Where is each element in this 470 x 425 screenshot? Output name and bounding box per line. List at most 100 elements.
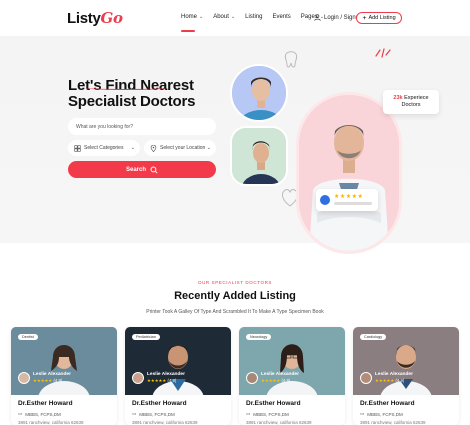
avatar [246, 372, 258, 384]
nav-about[interactable]: About ⌄ [213, 14, 235, 20]
avatar [18, 372, 30, 384]
logo-text: Listy [67, 10, 101, 27]
degree-text: MBBS, FCPS,DM [139, 411, 175, 417]
category-tag: Neurology [246, 334, 272, 340]
listing-card[interactable]: Pediatrician Leslie Alexander ★★★★★ (4.9… [125, 327, 231, 425]
degree-icon: ▭ [132, 411, 137, 416]
card-photo: Cardiology Leslie Alexander ★★★★★ (4.9) [353, 327, 459, 395]
category-tag: Dentist [18, 334, 38, 340]
hero-title-line-2: Specialist Doctors [68, 93, 196, 110]
site-header: ListyGo Home ⌄ About ⌄ Listing Events Page… [0, 0, 470, 36]
doctor-address: 3891 ranchview, california 62639 [132, 420, 198, 425]
plus-icon: + [362, 14, 367, 22]
logo-accent: Go [100, 9, 124, 27]
doctor-illustration [232, 66, 286, 120]
rating-value: (4.9) [281, 378, 291, 383]
nav-about-label: About [213, 14, 229, 20]
hero-title: Let's Find Nearest Specialist Doctors [68, 78, 195, 110]
category-tag: Pediatrician [132, 334, 160, 340]
degree-icon: ▭ [360, 411, 365, 416]
doctor-degree: ▭ MBBS, FCPS,DM [132, 411, 175, 417]
doctor-photo-female-2 [230, 126, 288, 186]
doctor-address: 3891 ranchview, california 62639 [246, 420, 312, 425]
logo[interactable]: ListyGo [67, 9, 123, 27]
nav-events[interactable]: Events [272, 14, 290, 20]
star-rating: ★★★★★ [147, 378, 167, 383]
tooth-doodle-icon [284, 51, 298, 68]
avatar [320, 195, 330, 205]
degree-text: MBBS, FCPS,DM [253, 411, 289, 417]
nav-home[interactable]: Home ⌄ [181, 14, 204, 32]
search-icon [150, 166, 158, 174]
doctor-illustration [299, 95, 399, 251]
experience-badge: 23k Experiece Doctors [383, 90, 439, 114]
doctor-name[interactable]: Dr.Esther Howard [360, 400, 415, 407]
doctor-photo-male-main [296, 92, 402, 254]
listing-card[interactable]: Cardiology Leslie Alexander ★★★★★ (4.9) … [353, 327, 459, 425]
category-tag: Cardiology [360, 334, 387, 340]
experience-number: 23k [393, 95, 403, 101]
search-button[interactable]: Search [68, 161, 216, 178]
nav-listing-label: Listing [245, 14, 263, 20]
star-rating: ★★★★★ [33, 378, 53, 383]
chevron-down-icon: ⌄ [199, 14, 204, 20]
rating-bar [334, 202, 372, 205]
doctor-name[interactable]: Dr.Esther Howard [132, 400, 187, 407]
category-icon [74, 144, 81, 152]
experience-label-2: Doctors [401, 102, 421, 108]
search-placeholder: What are you looking for? [76, 123, 133, 130]
add-listing-button[interactable]: + Add Listing [356, 12, 402, 24]
nav-home-label: Home [181, 14, 198, 20]
user-icon [314, 14, 321, 21]
listing-card[interactable]: Dentist Leslie Alexander ★★★★★ (4.9) Dr.… [11, 327, 117, 425]
star-rating: ★★★★★ [334, 194, 364, 200]
location-select-value: Select your Location [160, 145, 206, 151]
card-photo: Neurology Leslie Alexander ★★★★★ (4.9) [239, 327, 345, 395]
star-rating: ★★★★★ [375, 378, 395, 383]
doctor-degree: ▭ MBBS, FCPS,DM [18, 411, 61, 417]
card-author: Leslie Alexander ★★★★★ (4.9) [246, 372, 299, 384]
rating-value: (4.9) [395, 378, 405, 383]
doctor-degree: ▭ MBBS, FCPS,DM [246, 411, 289, 417]
card-photo: Dentist Leslie Alexander ★★★★★ (4.9) [11, 327, 117, 395]
star-rating: ★★★★★ [261, 378, 281, 383]
nav-listing[interactable]: Listing [245, 14, 262, 20]
title-underline [86, 86, 166, 90]
add-listing-label: Add Listing [368, 15, 396, 21]
card-author: Leslie Alexander ★★★★★ (4.9) [360, 372, 413, 384]
search-button-label: Search [125, 166, 146, 173]
rating-badge: ★★★★★ [316, 189, 378, 211]
avatar [360, 372, 372, 384]
main-nav: Home ⌄ About ⌄ Listing Events Pages ⌄ [181, 14, 324, 32]
sparkle-icon [375, 48, 391, 58]
degree-text: MBBS, FCPS,DM [367, 411, 403, 417]
card-photo: Pediatrician Leslie Alexander ★★★★★ (4.9… [125, 327, 231, 395]
rating-value: (4.9) [167, 378, 177, 383]
hero-section: 23k Experiece Doctors ★★★★★ [0, 36, 470, 254]
card-author: Leslie Alexander ★★★★★ (4.9) [18, 372, 71, 384]
chevron-down-icon: ⌄ [130, 145, 135, 151]
category-select-value: Select Categories [84, 145, 124, 151]
category-select[interactable]: Select Categories ⌄ [68, 140, 140, 156]
section-description: Printer Took A Galley Of Type And Scramb… [146, 309, 324, 315]
doctor-name[interactable]: Dr.Esther Howard [246, 400, 301, 407]
nav-events-label: Events [272, 14, 291, 20]
chevron-down-icon: ⌄ [206, 145, 211, 151]
doctor-degree: ▭ MBBS, FCPS,DM [360, 411, 403, 417]
location-pin-icon [150, 144, 157, 152]
experience-label: Experiece [404, 95, 429, 101]
rating-value: (4.9) [53, 378, 63, 383]
doctor-address: 3891 ranchview, california 62639 [360, 420, 426, 425]
location-select[interactable]: Select your Location ⌄ [144, 140, 216, 156]
doctor-illustration [232, 128, 286, 184]
doctor-name[interactable]: Dr.Esther Howard [18, 400, 73, 407]
doctor-photo-female-1 [230, 64, 288, 122]
listing-card[interactable]: Neurology Leslie Alexander ★★★★★ (4.9) D… [239, 327, 345, 425]
doctor-address: 3891 ranchview, california 62639 [18, 420, 84, 425]
section-title: Recently Added Listing [174, 290, 296, 302]
section-subtitle: OUR SPECIALIST DOCTORS [197, 280, 273, 285]
card-author: Leslie Alexander ★★★★★ (4.9) [132, 372, 185, 384]
avatar [132, 372, 144, 384]
degree-icon: ▭ [18, 411, 23, 416]
search-input[interactable]: What are you looking for? [68, 118, 216, 135]
